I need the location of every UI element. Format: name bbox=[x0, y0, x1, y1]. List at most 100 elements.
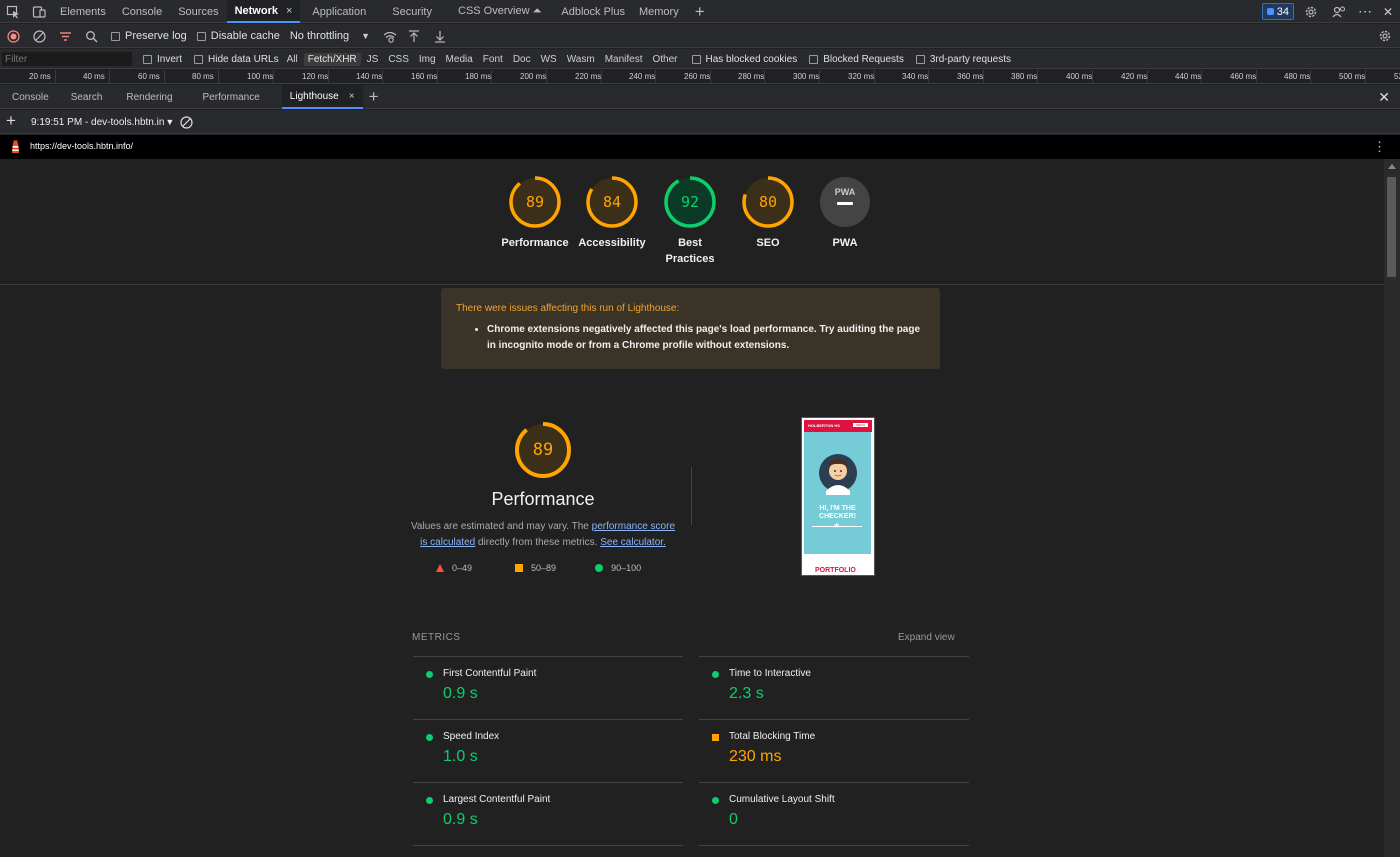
checkbox-box[interactable] bbox=[143, 54, 152, 64]
filter-type-doc[interactable]: Doc bbox=[509, 53, 535, 66]
tab-console[interactable]: Console bbox=[114, 0, 170, 23]
drawer-tab-performance[interactable]: Performance bbox=[195, 85, 268, 109]
timeline-tick-label: 200 ms bbox=[520, 72, 547, 81]
clear-icon[interactable] bbox=[32, 24, 46, 48]
screenshot-header: HOLBERTON HS MENU bbox=[804, 420, 872, 432]
filter-icon[interactable] bbox=[58, 24, 72, 48]
drawer-tab-lighthouse[interactable]: Lighthouse × bbox=[281, 85, 363, 109]
gauge-best-practices[interactable]: 92 Best Practices bbox=[645, 175, 735, 267]
checkbox-box[interactable] bbox=[809, 54, 819, 64]
has-blocked-cookies-checkbox[interactable]: Has blocked cookies bbox=[691, 54, 797, 65]
import-har-icon[interactable] bbox=[406, 24, 422, 48]
checkbox-box[interactable] bbox=[196, 31, 206, 41]
drawer-tab-console[interactable]: Console bbox=[4, 85, 57, 109]
metric-speed-index: Speed Index 1.0 s bbox=[413, 719, 683, 781]
invert-checkbox[interactable]: Invert bbox=[143, 54, 182, 65]
third-party-checkbox[interactable]: 3rd-party requests bbox=[915, 54, 1011, 65]
tab-adblock-plus[interactable]: Adblock Plus bbox=[549, 0, 633, 23]
tab-memory[interactable]: Memory bbox=[633, 0, 687, 23]
tab-label: Sources bbox=[178, 5, 219, 18]
drawer-tab-search[interactable]: Search bbox=[63, 85, 111, 109]
device-toolbar-icon[interactable] bbox=[26, 0, 52, 23]
issues-badge[interactable]: 34 bbox=[1261, 3, 1294, 20]
add-tab-icon[interactable]: + bbox=[695, 2, 705, 22]
metric-value: 0.9 s bbox=[443, 685, 478, 702]
tab-label: Adblock Plus bbox=[561, 5, 625, 18]
disable-cache-checkbox[interactable]: Disable cache bbox=[196, 30, 280, 42]
filter-type-js[interactable]: JS bbox=[363, 53, 383, 66]
export-har-icon[interactable] bbox=[432, 24, 448, 48]
close-drawer-icon[interactable]: ✕ bbox=[1378, 89, 1390, 106]
report-select[interactable]: 9:19:51 PM - dev-tools.hbtn.in ▼ bbox=[31, 110, 174, 134]
record-icon[interactable] bbox=[6, 24, 20, 48]
report-menu-icon[interactable]: ⋮ bbox=[1373, 139, 1386, 155]
tab-label: Network bbox=[234, 4, 278, 17]
tab-network[interactable]: Network × bbox=[226, 0, 301, 23]
checkbox-box[interactable] bbox=[691, 54, 701, 64]
add-drawer-tab-icon[interactable]: + bbox=[369, 87, 379, 107]
close-tab-icon[interactable]: × bbox=[349, 91, 355, 102]
filter-type-fetchxhr[interactable]: Fetch/XHR bbox=[303, 52, 361, 66]
scrollbar-thumb[interactable] bbox=[1387, 177, 1396, 277]
new-report-icon[interactable]: + bbox=[6, 111, 16, 131]
filter-type-css[interactable]: CSS bbox=[384, 53, 413, 66]
tab-css-overview[interactable]: CSS Overview ⏶ bbox=[440, 0, 549, 23]
close-tab-icon[interactable]: × bbox=[286, 5, 292, 17]
screenshot-footer: PORTFOLIO bbox=[815, 567, 856, 574]
tab-application[interactable]: Application bbox=[300, 0, 374, 23]
search-icon[interactable] bbox=[84, 24, 98, 48]
tab-label: Security bbox=[392, 5, 432, 18]
expand-view-toggle[interactable]: Expand view bbox=[898, 632, 955, 643]
throttling-select[interactable]: No throttling ▼ bbox=[290, 30, 370, 42]
resource-type-filters: All Fetch/XHR JS CSS Img Media Font Doc WS Wasm Ma… bbox=[283, 52, 682, 66]
checkbox-box[interactable] bbox=[915, 54, 925, 64]
more-options-icon[interactable]: ⋯ bbox=[1356, 3, 1374, 20]
report-scrollbar[interactable] bbox=[1384, 159, 1400, 857]
score-legend: 0–49 50–89 90–100 bbox=[436, 563, 641, 573]
filter-type-media[interactable]: Media bbox=[442, 53, 477, 66]
metric-value: 2.3 s bbox=[729, 685, 764, 702]
network-timeline-overview[interactable]: 20 ms 40 ms 60 ms 80 ms 100 ms 120 ms 140 ms 16… bbox=[0, 70, 1400, 84]
inspect-element-icon[interactable] bbox=[0, 0, 26, 23]
tab-label: Search bbox=[70, 91, 103, 103]
checkbox-box[interactable] bbox=[111, 31, 120, 41]
gauge-pwa[interactable]: PWA PWA bbox=[800, 175, 890, 251]
preserve-log-checkbox[interactable]: Preserve log bbox=[111, 30, 187, 42]
gauge-accessibility[interactable]: 84 Accessibility bbox=[567, 175, 657, 251]
tab-sources[interactable]: Sources bbox=[170, 0, 226, 23]
hide-data-urls-label: Hide data URLs bbox=[208, 53, 279, 65]
network-conditions-icon[interactable] bbox=[382, 24, 398, 48]
settings-gear-icon[interactable] bbox=[1300, 0, 1322, 23]
scroll-up-arrow-icon[interactable] bbox=[1388, 164, 1396, 169]
close-devtools-icon[interactable]: ✕ bbox=[1380, 5, 1396, 19]
checkbox-box[interactable] bbox=[194, 54, 204, 64]
preserve-log-label: Preserve log bbox=[125, 30, 187, 42]
fail-triangle-icon bbox=[436, 564, 444, 572]
score-value: 80 bbox=[759, 193, 777, 211]
final-screenshot[interactable]: HOLBERTON HS MENU HI, I'M THE CHECKER! ★… bbox=[801, 417, 875, 576]
metric-total-blocking-time: Total Blocking Time 230 ms bbox=[699, 719, 969, 781]
tab-elements[interactable]: Elements bbox=[52, 0, 114, 23]
filter-type-img[interactable]: Img bbox=[415, 53, 440, 66]
clear-reports-icon[interactable] bbox=[179, 115, 193, 129]
filter-type-manifest[interactable]: Manifest bbox=[601, 53, 647, 66]
hide-data-urls-checkbox[interactable]: Hide data URLs bbox=[194, 54, 279, 65]
filter-input[interactable] bbox=[2, 52, 132, 66]
filter-type-other[interactable]: Other bbox=[648, 53, 681, 66]
filter-type-ws[interactable]: WS bbox=[537, 53, 561, 66]
timeline-tick-label: 440 ms bbox=[1175, 72, 1202, 81]
blocked-requests-checkbox[interactable]: Blocked Requests bbox=[809, 54, 904, 65]
filter-type-font[interactable]: Font bbox=[479, 53, 507, 66]
performance-gauge[interactable]: 89 bbox=[514, 421, 572, 479]
pass-circle-icon bbox=[712, 671, 719, 678]
filter-type-all[interactable]: All bbox=[283, 53, 302, 66]
tab-security[interactable]: Security bbox=[374, 0, 440, 23]
legend-label: 90–100 bbox=[611, 563, 642, 573]
drawer-tab-rendering[interactable]: Rendering bbox=[118, 85, 180, 109]
filter-type-wasm[interactable]: Wasm bbox=[563, 53, 599, 66]
network-settings-gear-icon[interactable] bbox=[1378, 29, 1392, 43]
feedback-icon[interactable] bbox=[1328, 0, 1350, 23]
see-calculator-link[interactable]: See calculator. bbox=[600, 537, 666, 548]
timeline-tick-label: 500 ms bbox=[1339, 72, 1366, 81]
report-url[interactable]: https://dev-tools.hbtn.info/ bbox=[30, 141, 133, 151]
